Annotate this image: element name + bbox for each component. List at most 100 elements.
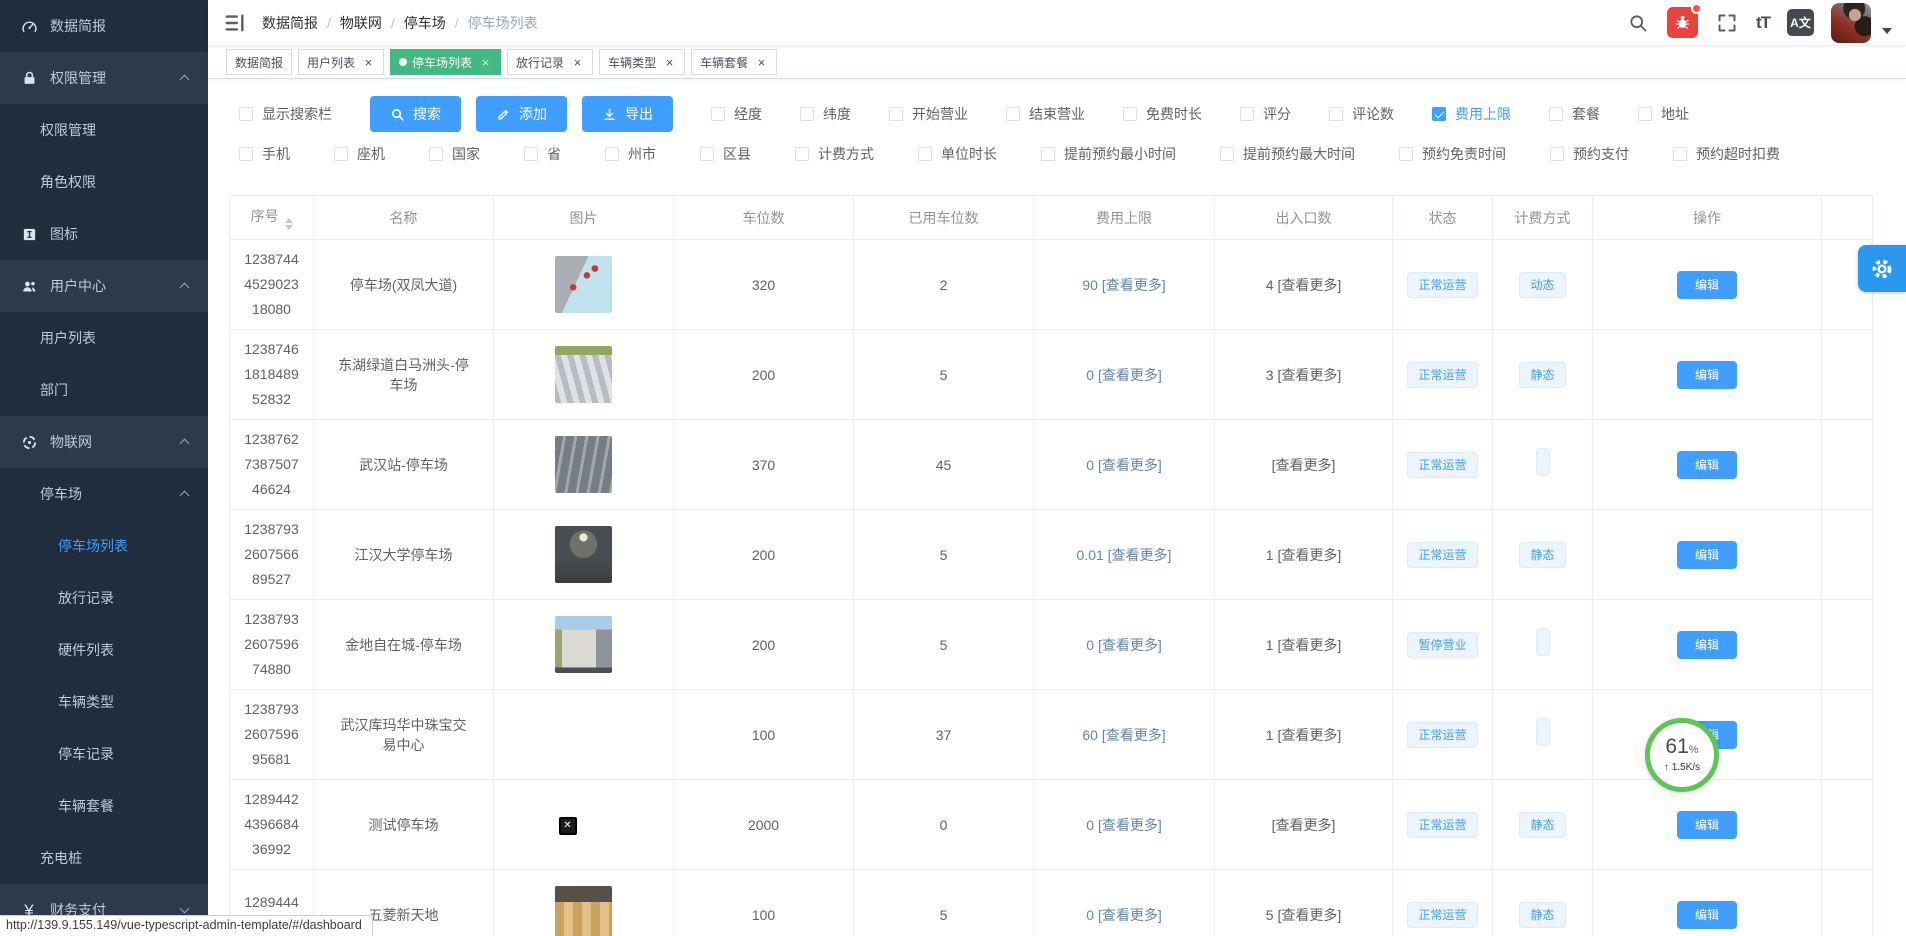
- sidebar-item-parking-records[interactable]: 停车记录: [0, 728, 208, 780]
- filter-checkbox[interactable]: 预约免责时间: [1399, 144, 1506, 164]
- billing-badge: 动态: [1519, 272, 1565, 298]
- view-more-link[interactable]: [查看更多]: [1215, 780, 1393, 870]
- edit-button[interactable]: 编辑: [1677, 631, 1737, 659]
- filter-checkbox[interactable]: 费用上限: [1432, 104, 1511, 124]
- settings-gear-button[interactable]: [1858, 245, 1906, 292]
- filter-checkbox[interactable]: 计费方式: [795, 144, 874, 164]
- sidebar-item-user-center[interactable]: 用户中心: [0, 260, 208, 312]
- filter-checkbox[interactable]: 州市: [605, 144, 656, 164]
- column-header-fee: 费用上限: [1034, 196, 1215, 240]
- view-more-link[interactable]: 4 [查看更多]: [1215, 240, 1393, 330]
- search-button[interactable]: 搜索: [370, 96, 461, 132]
- sidebar-item-role-permission[interactable]: 角色权限: [0, 156, 208, 208]
- filter-checkbox[interactable]: 经度: [711, 104, 762, 124]
- view-more-link[interactable]: 0 [查看更多]: [1034, 870, 1215, 936]
- sidebar-item-parking-list[interactable]: 停车场列表: [0, 520, 208, 572]
- breadcrumb-item[interactable]: 数据简报: [262, 13, 318, 33]
- view-more-link[interactable]: 1 [查看更多]: [1215, 690, 1393, 780]
- chevron-down-icon[interactable]: [1882, 28, 1892, 34]
- view-more-link[interactable]: 0 [查看更多]: [1034, 420, 1215, 510]
- cell-used: 5: [854, 870, 1034, 936]
- edit-button[interactable]: 编辑: [1677, 451, 1737, 479]
- sidebar-item-icons[interactable]: 图标: [0, 208, 208, 260]
- view-more-link[interactable]: [查看更多]: [1215, 420, 1393, 510]
- filter-checkbox[interactable]: 结束营业: [1006, 104, 1085, 124]
- view-more-link[interactable]: 1 [查看更多]: [1215, 510, 1393, 600]
- filter-checkbox[interactable]: 区县: [700, 144, 751, 164]
- tab-tag[interactable]: 用户列表×: [298, 49, 384, 75]
- chevron-up-icon: [180, 75, 190, 85]
- sidebar-item-permission-manage[interactable]: 权限管理: [0, 104, 208, 156]
- tab-tag[interactable]: 车辆类型×: [599, 49, 685, 75]
- filter-checkbox[interactable]: 开始营业: [889, 104, 968, 124]
- filter-checkbox[interactable]: 省: [524, 144, 561, 164]
- sidebar-item-charging-pile[interactable]: 充电桩: [0, 832, 208, 884]
- sidebar-item-department[interactable]: 部门: [0, 364, 208, 416]
- iot-icon: [20, 433, 38, 451]
- filter-checkbox[interactable]: 套餐: [1549, 104, 1600, 124]
- tab-tag[interactable]: 车辆套餐×: [691, 49, 777, 75]
- tab-tag-active[interactable]: 停车场列表×: [390, 49, 501, 75]
- filter-checkbox[interactable]: 单位时长: [918, 144, 997, 164]
- sidebar-item-vehicle-type[interactable]: 车辆类型: [0, 676, 208, 728]
- filter-checkbox[interactable]: 纬度: [800, 104, 851, 124]
- close-icon[interactable]: ×: [362, 56, 375, 69]
- filter-checkbox[interactable]: 地址: [1638, 104, 1689, 124]
- cell-img: [494, 600, 674, 690]
- view-more-link[interactable]: 0 [查看更多]: [1034, 330, 1215, 420]
- view-more-link[interactable]: 0 [查看更多]: [1034, 600, 1215, 690]
- language-icon[interactable]: A文: [1787, 9, 1814, 36]
- sidebar-item-label: 放行记录: [58, 588, 114, 608]
- sidebar-item-permission[interactable]: 权限管理: [0, 52, 208, 104]
- filter-checkbox[interactable]: 提前预约最小时间: [1041, 144, 1176, 164]
- sidebar-item-vehicle-package[interactable]: 车辆套餐: [0, 780, 208, 832]
- add-button[interactable]: 添加: [476, 96, 567, 132]
- sidebar-item-user-list[interactable]: 用户列表: [0, 312, 208, 364]
- edit-button[interactable]: 编辑: [1677, 541, 1737, 569]
- close-icon[interactable]: ×: [571, 56, 584, 69]
- view-more-link[interactable]: 90 [查看更多]: [1034, 240, 1215, 330]
- view-more-link[interactable]: 5 [查看更多]: [1215, 870, 1393, 936]
- hamburger-icon[interactable]: [224, 12, 246, 34]
- edit-button[interactable]: 编辑: [1677, 811, 1737, 839]
- download-progress-overlay[interactable]: 61% ↑ 1.5K/s: [1645, 718, 1719, 792]
- fullscreen-icon[interactable]: [1715, 11, 1739, 35]
- view-more-link[interactable]: 1 [查看更多]: [1215, 600, 1393, 690]
- text-size-icon[interactable]: tT: [1756, 13, 1770, 33]
- filter-checkbox[interactable]: 评论数: [1329, 104, 1394, 124]
- filter-checkbox[interactable]: 提前预约最大时间: [1220, 144, 1355, 164]
- tab-tag[interactable]: 放行记录×: [507, 49, 593, 75]
- edit-button[interactable]: 编辑: [1677, 901, 1737, 929]
- breadcrumb-item[interactable]: 停车场: [404, 13, 446, 33]
- edit-button[interactable]: 编辑: [1677, 361, 1737, 389]
- filter-checkbox[interactable]: 国家: [429, 144, 480, 164]
- sidebar-item-iot[interactable]: 物联网: [0, 416, 208, 468]
- filter-checkbox[interactable]: 预约支付: [1550, 144, 1629, 164]
- search-icon[interactable]: [1626, 11, 1650, 35]
- filter-checkbox[interactable]: 显示搜索栏: [239, 104, 332, 124]
- filter-checkbox[interactable]: 免费时长: [1123, 104, 1202, 124]
- sidebar-item-hardware-list[interactable]: 硬件列表: [0, 624, 208, 676]
- close-icon[interactable]: ×: [755, 56, 768, 69]
- breadcrumb-item[interactable]: 物联网: [340, 13, 382, 33]
- filter-checkbox[interactable]: 手机: [239, 144, 290, 164]
- edit-button[interactable]: 编辑: [1677, 271, 1737, 299]
- sort-caret-icon[interactable]: [285, 218, 293, 230]
- close-icon[interactable]: ×: [479, 56, 492, 69]
- column-header-used: 已用车位数: [854, 196, 1034, 240]
- error-log-bug-button[interactable]: [1667, 7, 1698, 38]
- view-more-link[interactable]: 3 [查看更多]: [1215, 330, 1393, 420]
- sidebar-item-pass-records[interactable]: 放行记录: [0, 572, 208, 624]
- filter-checkbox[interactable]: 预约超时扣费: [1673, 144, 1780, 164]
- sidebar-item-dashboard[interactable]: 数据简报: [0, 0, 208, 52]
- avatar[interactable]: [1831, 3, 1871, 43]
- close-icon[interactable]: ×: [663, 56, 676, 69]
- tab-tag[interactable]: 数据简报: [226, 49, 292, 75]
- view-more-link[interactable]: 0.01 [查看更多]: [1034, 510, 1215, 600]
- sidebar-item-parking[interactable]: 停车场: [0, 468, 208, 520]
- view-more-link[interactable]: 0 [查看更多]: [1034, 780, 1215, 870]
- view-more-link[interactable]: 60 [查看更多]: [1034, 690, 1215, 780]
- export-button[interactable]: 导出: [582, 96, 673, 132]
- filter-checkbox[interactable]: 座机: [334, 144, 385, 164]
- filter-checkbox[interactable]: 评分: [1240, 104, 1291, 124]
